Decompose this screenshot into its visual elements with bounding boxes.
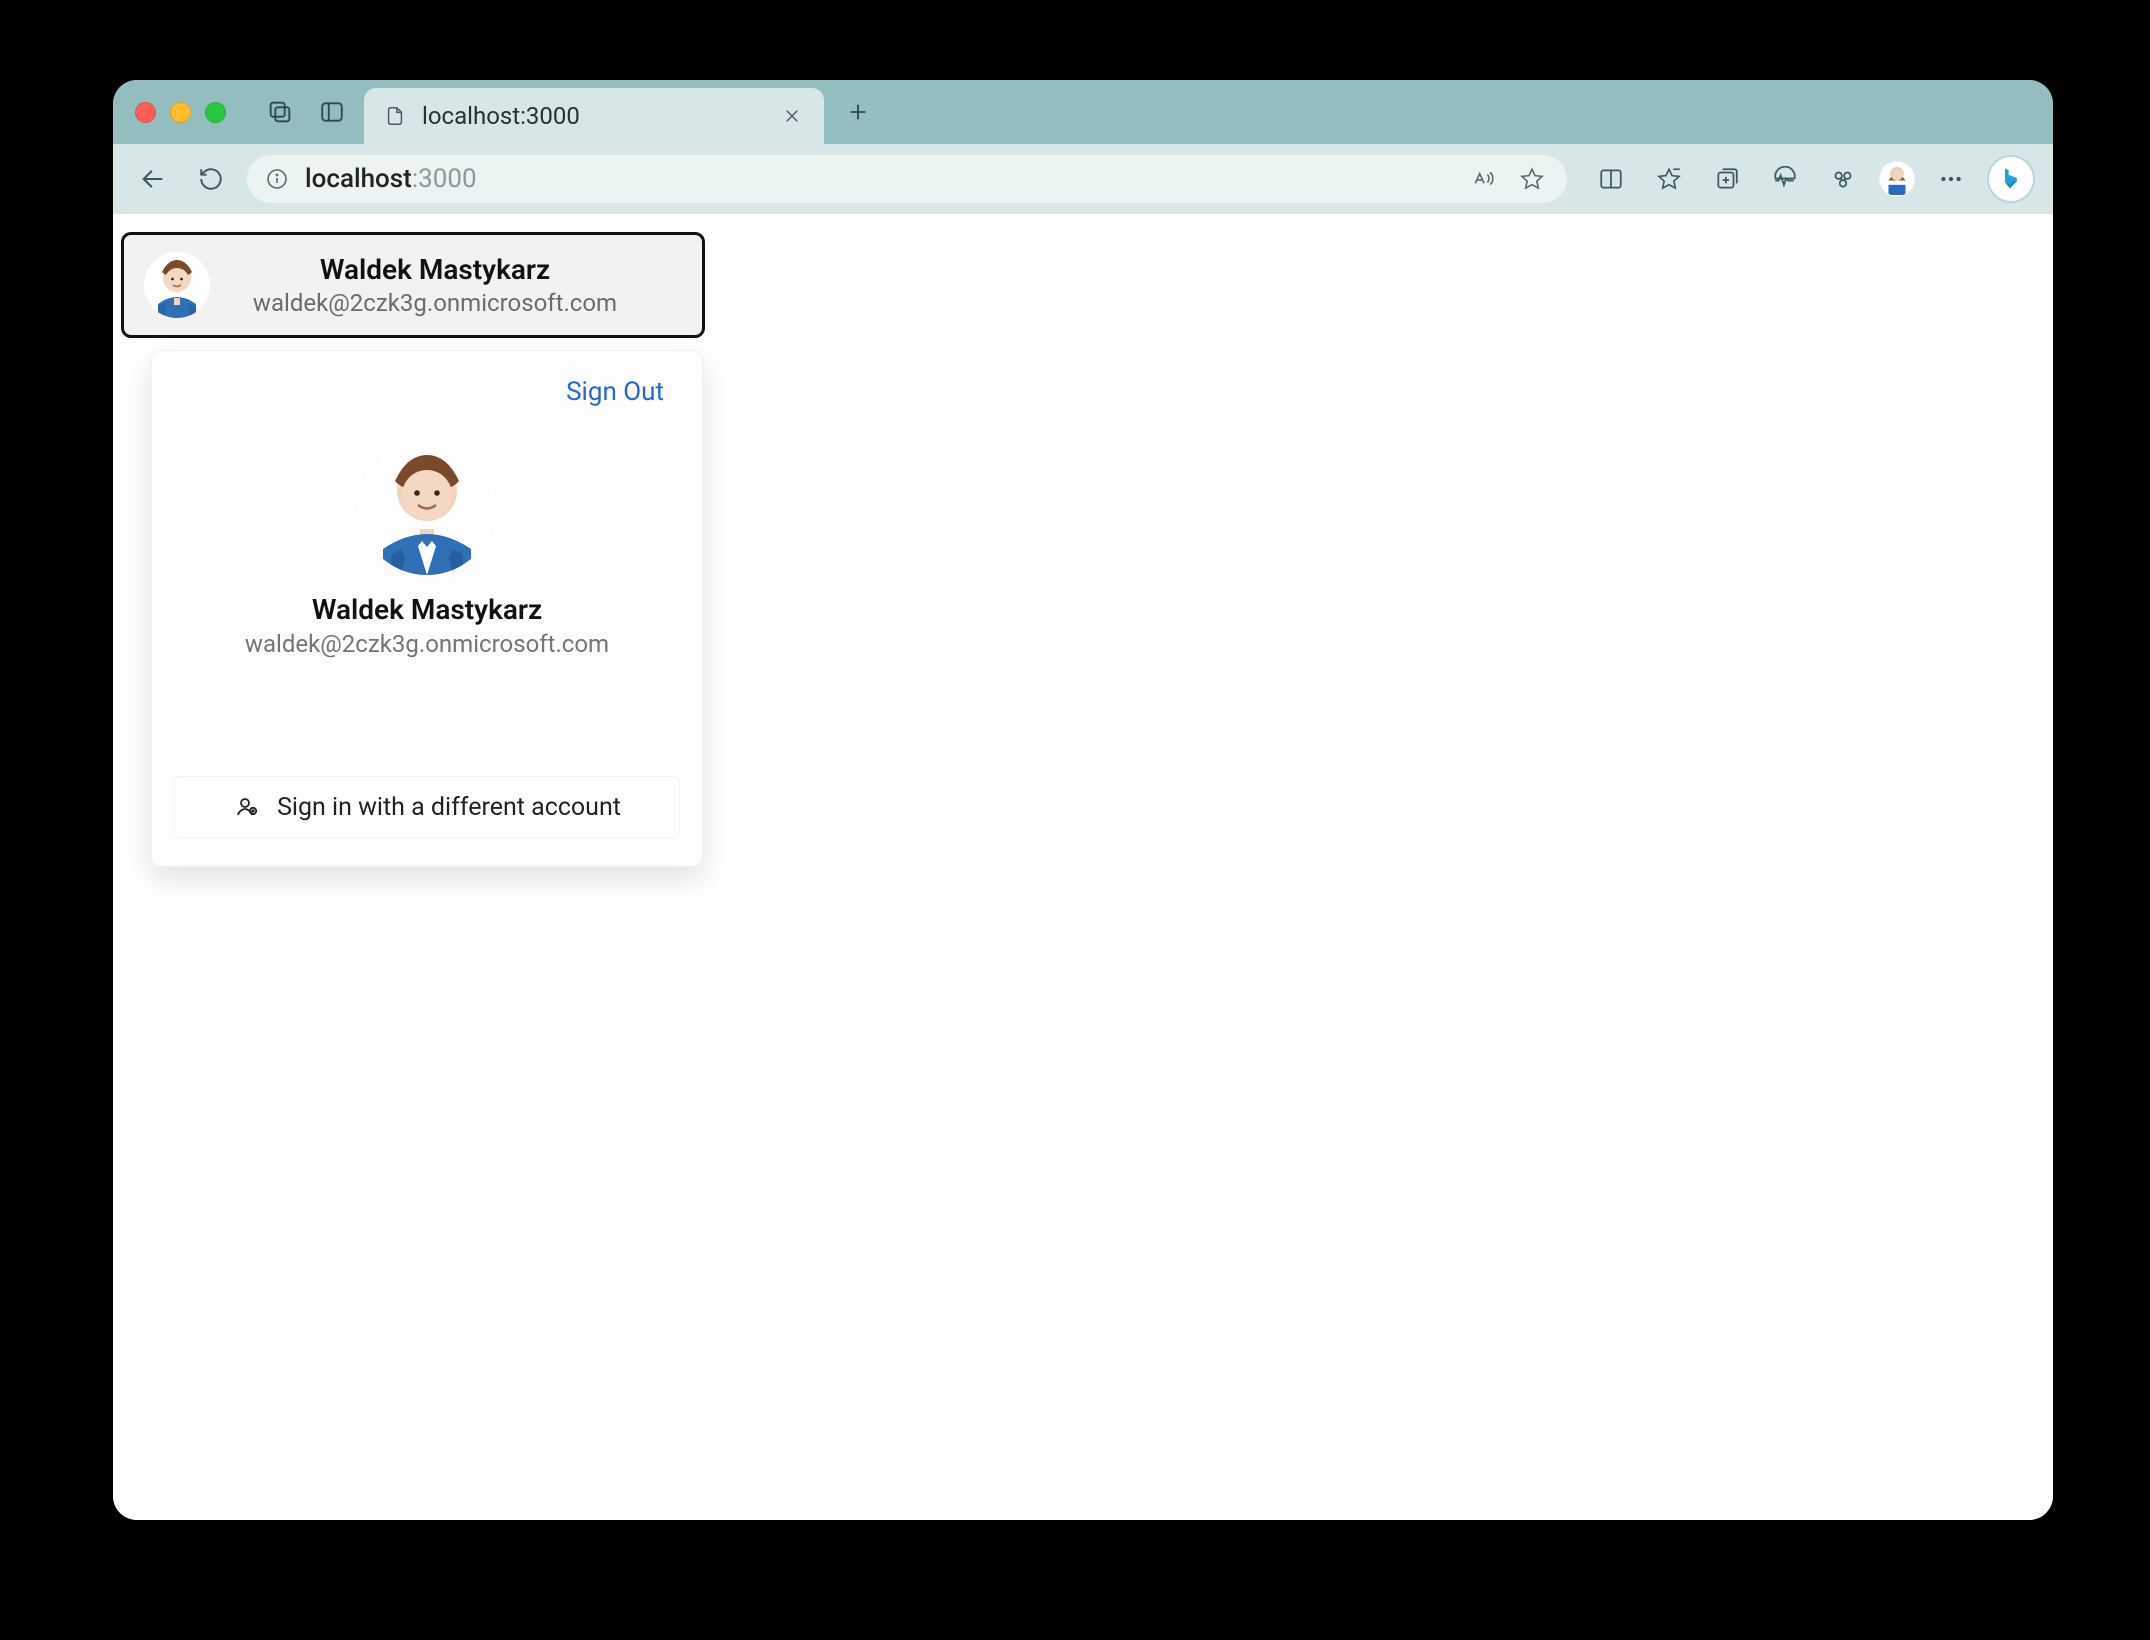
site-info-icon[interactable] <box>263 165 291 193</box>
sign-out-link[interactable]: Sign Out <box>558 373 672 411</box>
login-header-name: Waldek Mastykarz <box>228 253 642 287</box>
user-avatar-large <box>359 439 495 575</box>
more-menu-button[interactable] <box>1929 157 1973 201</box>
profile-avatar-button[interactable] <box>1879 161 1915 197</box>
collections-icon[interactable] <box>1705 157 1749 201</box>
address-text: localhost:3000 <box>305 164 477 194</box>
read-aloud-icon[interactable] <box>1465 160 1503 198</box>
person-add-icon <box>233 793 261 821</box>
user-avatar-small <box>144 252 210 318</box>
account-flyout: Sign Out <box>151 350 703 867</box>
address-bar[interactable]: localhost:3000 <box>247 155 1567 203</box>
favorite-icon[interactable] <box>1513 160 1551 198</box>
split-screen-icon[interactable] <box>1589 157 1633 201</box>
sign-in-different-account-button[interactable]: Sign in with a different account <box>174 776 680 838</box>
browser-window: localhost:3000 <box>113 80 2053 1520</box>
account-email: waldek@2czk3g.onmicrosoft.com <box>245 630 609 658</box>
vertical-tabs-icon[interactable] <box>312 92 352 132</box>
login-header-email: waldek@2czk3g.onmicrosoft.com <box>228 289 642 317</box>
window-minimize-button[interactable] <box>170 102 191 123</box>
page-viewport: Waldek Mastykarz waldek@2czk3g.onmicroso… <box>113 214 2053 1520</box>
workspaces-icon[interactable] <box>260 92 300 132</box>
traffic-lights <box>135 102 226 123</box>
performance-icon[interactable] <box>1763 157 1807 201</box>
tab-strip: localhost:3000 <box>113 80 2053 144</box>
account-name: Waldek Mastykarz <box>312 593 542 626</box>
window-close-button[interactable] <box>135 102 156 123</box>
page-icon <box>382 103 408 129</box>
tab-title: localhost:3000 <box>422 102 764 130</box>
alt-signin-label: Sign in with a different account <box>277 793 621 822</box>
browser-toolbar: localhost:3000 <box>113 144 2053 214</box>
address-path: :3000 <box>412 164 477 194</box>
reload-button[interactable] <box>189 157 233 201</box>
toolbar-right <box>1589 155 2035 203</box>
back-button[interactable] <box>131 157 175 201</box>
new-tab-button[interactable] <box>838 92 878 132</box>
favorites-icon[interactable] <box>1647 157 1691 201</box>
bing-chat-button[interactable] <box>1987 155 2035 203</box>
window-zoom-button[interactable] <box>205 102 226 123</box>
browser-tab[interactable]: localhost:3000 <box>364 88 824 144</box>
browser-essentials-icon[interactable] <box>1821 157 1865 201</box>
address-host: localhost <box>305 164 412 194</box>
login-header-card[interactable]: Waldek Mastykarz waldek@2czk3g.onmicroso… <box>121 232 705 338</box>
login-header-info: Waldek Mastykarz waldek@2czk3g.onmicroso… <box>228 253 682 317</box>
tab-close-button[interactable] <box>778 102 806 130</box>
